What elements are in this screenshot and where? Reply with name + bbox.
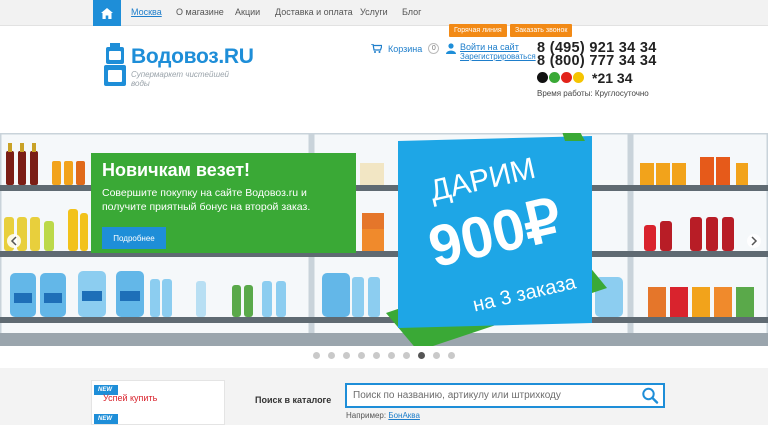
promo-title: Новичкам везет! <box>102 160 251 180</box>
search-label: Поиск в каталоге <box>255 395 332 405</box>
promo-banner[interactable]: ДАРИМ 900₽ на 3 заказа Новичкам везет! С… <box>0 133 768 346</box>
nav-promotions[interactable]: Акции <box>235 7 260 17</box>
slide-dot[interactable] <box>373 352 380 359</box>
prev-slide-icon <box>7 234 21 248</box>
nav-about[interactable]: О магазине <box>176 7 224 17</box>
logo-text[interactable]: Водовоз.RU <box>131 45 254 69</box>
water-cooler-logo-icon[interactable] <box>103 43 127 87</box>
city-selector[interactable]: Москва <box>131 7 162 17</box>
next-slide-icon <box>747 234 761 248</box>
nav-blog[interactable]: Блог <box>402 7 421 17</box>
hotline-button[interactable]: Горячая линия <box>449 24 507 37</box>
short-number[interactable]: *21 34 <box>592 70 632 86</box>
top-nav: Москва О магазине Акции Доставка и оплат… <box>0 0 768 26</box>
callback-button[interactable]: Заказать звонок <box>510 24 573 37</box>
cart-icon <box>371 44 382 53</box>
search-example: Например: БонАква <box>346 411 420 420</box>
user-icon <box>446 43 456 54</box>
slide-dot[interactable] <box>448 352 455 359</box>
promo-card: Новичкам везет! Совершите покупку на сай… <box>91 153 356 253</box>
search-example-link[interactable]: БонАква <box>388 411 420 420</box>
slide-dot-active[interactable] <box>418 352 425 359</box>
mobile-operators <box>537 72 585 83</box>
nav-delivery[interactable]: Доставка и оплата <box>275 7 353 17</box>
operator-logo-icon <box>573 72 584 83</box>
search-example-prefix: Например: <box>346 411 387 420</box>
cart-link[interactable]: Корзина 0 <box>371 43 440 54</box>
slide-dot[interactable] <box>313 352 320 359</box>
cart-label: Корзина <box>388 43 423 54</box>
operator-logo-icon <box>537 72 548 83</box>
logo-tagline: Супермаркет чистейшей воды <box>131 70 229 88</box>
phone-tollfree[interactable]: 8 (800) 777 34 34 <box>537 53 657 69</box>
slide-dot[interactable] <box>358 352 365 359</box>
operator-logo-icon <box>561 72 572 83</box>
home-icon <box>101 7 113 19</box>
home-button[interactable] <box>93 0 121 26</box>
slide-dot[interactable] <box>328 352 335 359</box>
slide-dot[interactable] <box>388 352 395 359</box>
promo-more-button[interactable]: Подробнее <box>102 227 166 249</box>
nav-services[interactable]: Услуги <box>360 7 388 17</box>
sidebar-item-hurry-buy[interactable]: Успей купить <box>103 393 157 403</box>
login-link[interactable]: Войти на сайт <box>460 42 519 52</box>
slide-dot[interactable] <box>403 352 410 359</box>
search-icon[interactable] <box>641 387 659 404</box>
operator-logo-icon <box>549 72 560 83</box>
search-input[interactable] <box>353 385 623 406</box>
cart-count-badge: 0 <box>428 43 440 54</box>
register-link[interactable]: Зарегистрироваться <box>460 52 536 61</box>
slide-dot[interactable] <box>433 352 440 359</box>
promo-text: Совершите покупку на сайте Водовоз.ru и … <box>102 187 311 213</box>
new-badge: NEW <box>94 414 118 424</box>
slide-dot[interactable] <box>343 352 350 359</box>
working-hours: Время работы: Круглосуточно <box>537 89 649 98</box>
search-box <box>345 383 665 408</box>
slider-pagination <box>0 352 768 359</box>
